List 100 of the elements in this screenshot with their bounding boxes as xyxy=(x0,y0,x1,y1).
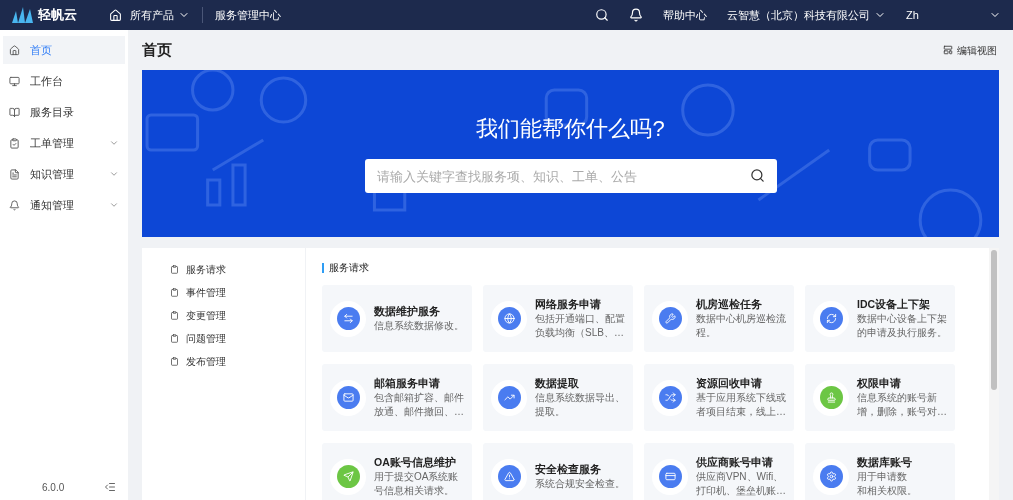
card-title: 安全检查服务 xyxy=(535,462,602,477)
service-card[interactable]: 安全检查服务 系统合规安全检查。 xyxy=(483,443,633,500)
card-description: 号信息相关请求。 xyxy=(374,484,455,498)
card-description: 和相关权限。 xyxy=(857,484,917,498)
card-description: 供应商VPN、Wifi、 xyxy=(696,470,785,484)
card-description: 放通、邮件撤回、… xyxy=(374,405,464,419)
card-title: 机房巡检任务 xyxy=(696,297,763,312)
send-icon xyxy=(342,471,354,482)
service-card[interactable]: 数据提取 信息系统数据导出、 提取。 xyxy=(483,364,633,431)
card-description: 负载均衡（SLB、… xyxy=(535,326,625,340)
clipboard-icon xyxy=(170,357,179,366)
sidebar-item[interactable]: 通知管理 xyxy=(3,191,125,219)
card-title: 数据维护服务 xyxy=(374,304,441,319)
card-title: 邮箱服务申请 xyxy=(374,376,441,391)
card-title: 数据提取 xyxy=(535,376,580,391)
card-description: 包括开通端口、配置 xyxy=(535,312,625,326)
search-field[interactable]: 请输入关键字查找服务项、知识、工单、公告 xyxy=(364,159,777,193)
edit-view-button[interactable]: 编辑视图 xyxy=(943,42,997,58)
bell-icon[interactable] xyxy=(629,8,643,22)
banner-heading: 我们能帮你什么吗? xyxy=(476,115,665,143)
service-card[interactable]: 网络服务申请 包括开通端口、配置 负载均衡（SLB、… xyxy=(483,285,633,352)
chevron-icon xyxy=(109,169,119,179)
card-title: 网络服务申请 xyxy=(535,297,602,312)
card-description: 系统合规安全检查。 xyxy=(535,477,625,491)
warning-icon xyxy=(503,471,515,482)
sidebar-item[interactable]: 服务目录 xyxy=(3,98,125,126)
sidebar-item[interactable]: 工单管理 xyxy=(3,129,125,157)
card-description: 数据中心设备上下架 xyxy=(857,312,947,326)
card-description: 信息系统数据修改。 xyxy=(374,319,464,333)
service-card[interactable]: OA账号信息维护 用于提交OA系统账 号信息相关请求。 xyxy=(322,443,472,500)
collapse-icon[interactable] xyxy=(104,481,116,493)
card-description: 的申请及执行服务。 xyxy=(857,326,947,340)
sidebar-item[interactable]: 首页 xyxy=(3,36,125,64)
card-description: 用于申请数 xyxy=(857,470,908,484)
card-description: 信息系统的账号新 xyxy=(857,391,938,405)
help-link[interactable]: 帮助中心 xyxy=(663,6,707,24)
sidebar-item[interactable]: 知识管理 xyxy=(3,160,125,188)
card-description: 基于应用系统下线或 xyxy=(696,391,786,405)
stamp-icon xyxy=(825,392,837,403)
clipboard-icon xyxy=(170,311,179,320)
category-item[interactable]: 服务请求 xyxy=(170,258,305,281)
card-description: 提取。 xyxy=(535,405,566,419)
mail-icon xyxy=(342,392,354,403)
company-menu[interactable]: 云智慧（北京）科技有限公司 xyxy=(727,6,886,24)
service-card[interactable]: 数据库账号 用于申请数 和相关权限。 xyxy=(805,443,955,500)
card-description: 程。 xyxy=(696,326,717,340)
card-description: 信息系统数据导出、 xyxy=(535,391,625,405)
search-icon[interactable] xyxy=(595,8,609,22)
card-description: 者项目结束，线上… xyxy=(696,405,786,419)
user-menu[interactable]: Zh xyxy=(906,6,1001,24)
bell-icon xyxy=(9,199,20,211)
app-name: 轻帆云 xyxy=(38,6,77,25)
category-item[interactable]: 发布管理 xyxy=(170,350,305,373)
shuffle-icon xyxy=(664,392,676,403)
chevron-icon xyxy=(109,200,119,210)
globe-icon xyxy=(503,313,515,324)
chart-icon xyxy=(503,392,515,403)
card-description: 打印机、堡垒机账… xyxy=(696,484,786,498)
card-title: 数据库账号 xyxy=(857,455,913,470)
document-icon xyxy=(9,168,20,180)
chevron-icon xyxy=(109,138,119,148)
card-description: 数据中心机房巡检流 xyxy=(696,312,786,326)
clipboard-icon xyxy=(9,137,20,149)
service-card[interactable]: 数据维护服务 信息系统数据修改。 xyxy=(322,285,472,352)
version-label: 6.0.0 xyxy=(42,480,65,495)
section-title: 服务请求 xyxy=(329,261,369,275)
swap-icon xyxy=(342,313,354,324)
service-card[interactable]: 资源回收申请 基于应用系统下线或 者项目结束，线上… xyxy=(644,364,794,431)
home-icon xyxy=(9,44,20,56)
category-item[interactable]: 问题管理 xyxy=(170,327,305,350)
card-title: IDC设备上下架 xyxy=(857,297,932,312)
sidebar-item[interactable]: 工作台 xyxy=(3,67,125,95)
service-card[interactable]: 机房巡检任务 数据中心机房巡检流 程。 xyxy=(644,285,794,352)
category-item[interactable]: 变更管理 xyxy=(170,304,305,327)
layout-icon xyxy=(943,45,953,55)
clipboard-icon xyxy=(170,265,179,274)
wrench-icon xyxy=(664,313,676,324)
search-icon[interactable] xyxy=(749,168,765,183)
clipboard-icon xyxy=(170,334,179,343)
sync-icon xyxy=(825,313,837,324)
card-description: 包含邮箱扩容、邮件 xyxy=(374,391,464,405)
card-title: OA账号信息维护 xyxy=(374,455,457,470)
products-menu[interactable]: 所有产品 xyxy=(130,6,190,24)
category-item[interactable]: 事件管理 xyxy=(170,281,305,304)
page-title: 首页 xyxy=(142,39,172,60)
card-description: 用于提交OA系统账 xyxy=(374,470,459,484)
service-card[interactable]: IDC设备上下架 数据中心设备上下架 的申请及执行服务。 xyxy=(805,285,955,352)
card-description: 增，删除，账号对… xyxy=(857,405,947,419)
monitor-icon xyxy=(9,75,20,87)
home-icon[interactable] xyxy=(109,8,122,22)
book-icon xyxy=(9,106,20,118)
card-title: 供应商账号申请 xyxy=(696,455,774,470)
module-title: 服务管理中心 xyxy=(215,7,281,23)
card-title: 资源回收申请 xyxy=(696,376,763,391)
service-card[interactable]: 邮箱服务申请 包含邮箱扩容、邮件 放通、邮件撤回、… xyxy=(322,364,472,431)
id-card-icon xyxy=(664,471,676,482)
service-card[interactable]: 供应商账号申请 供应商VPN、Wifi、 打印机、堡垒机账… xyxy=(644,443,794,500)
card-title: 权限申请 xyxy=(857,376,902,391)
logo-icon xyxy=(12,7,34,23)
service-card[interactable]: 权限申请 信息系统的账号新 增，删除，账号对… xyxy=(805,364,955,431)
